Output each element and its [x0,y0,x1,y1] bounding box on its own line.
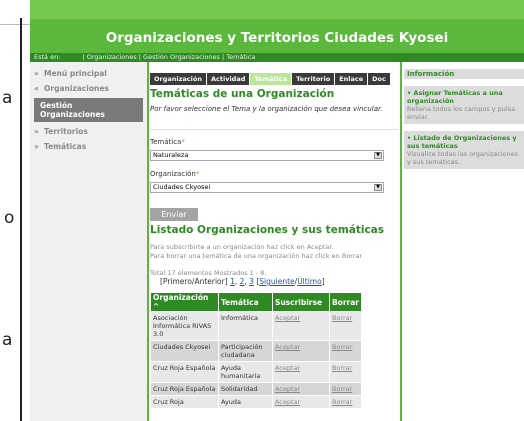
tab-bar: Organización Actividad Temática Territorio E… [150,66,391,85]
tab-doc[interactable]: Doc [368,73,390,85]
tematica-label: Temática* [150,138,185,146]
info-panel: Información • Asignar Temáticas a una or… [402,62,524,421]
cell-organizacion: Cruz Roja Española [150,361,219,383]
divider [150,129,398,130]
form-title: Temáticas de una Organización [150,88,335,100]
cell-tematica: Solidaridad [217,382,273,396]
edge-letter-3: a [2,330,13,350]
last-page-link[interactable]: Último [297,277,322,286]
sidebar-item-tematicas[interactable]: » Temáticas [30,139,147,154]
cell-tematica: Informática [217,311,273,341]
breadcrumb-path[interactable]: | Organizaciones | Gestión Organizacione… [82,53,255,61]
cell-organizacion: Cruz Roja [150,395,219,409]
table-row: Asociación Informática RIVAS 3.0 Informá… [150,311,363,341]
table-row: Cruz Roja Ayuda Aceptar Borrar [150,395,363,409]
organizacion-label: Organización* [150,170,200,178]
tematica-value: Naturaleza [153,151,189,159]
browser-page: Organizaciones y Territorios Ciudades Ky… [30,0,524,421]
info-block-desc: Rellena todos los campos y pulsa enviar. [407,105,516,121]
page-3-link[interactable]: 3 [249,277,254,286]
chevron-up-icon: « [34,84,39,93]
delete-link[interactable]: Borrar [332,398,352,406]
table-header-row: Organización ^ Temática Suscribirse Borr… [150,292,363,312]
divider [147,62,149,421]
chevron-down-icon: » [34,69,39,78]
cell-organizacion: Cruz Roja Española [150,382,219,396]
tab-tematica[interactable]: Temática [250,73,292,85]
column-header-suscribirse: Suscribirse [271,292,330,312]
sidebar-item-label: Organizaciones [44,84,109,93]
main-content: Organización Actividad Temática Territorio E… [150,62,400,421]
tematica-select[interactable]: Naturaleza ▼ [150,150,384,161]
info-block-title: • Asignar Temáticas a una organización [407,89,503,105]
submit-button[interactable]: Enviar [150,208,198,221]
delete-link[interactable]: Borrar [332,343,352,351]
table-row: Cruz Roja Española Solidaridad Aceptar B… [150,382,363,396]
help-subscribe: Para subscribirte a un organización haz … [150,243,334,251]
delete-link[interactable]: Borrar [332,314,352,322]
chevron-down-icon[interactable]: ▼ [374,184,382,191]
info-block-title: • Listado de Organizaciones y sus temáti… [407,134,517,150]
sidebar: » Menú principal « Organizaciones Gestión … [30,62,148,421]
info-header: Información [404,69,524,79]
breadcrumb: Está en: | Organizaciones | Gestión Orga… [30,53,524,62]
page-2-link[interactable]: 2 [240,277,245,286]
tab-organizacion[interactable]: Organización [150,73,206,85]
delete-link[interactable]: Borrar [332,364,352,372]
organizacion-value: Ciudades Ckyosei [153,183,211,191]
pager-first-prev: [Primero/Anterior] [160,277,228,286]
sidebar-item-label: Menú principal [44,69,107,78]
chevron-down-icon: » [34,127,39,136]
sidebar-item-organizaciones[interactable]: « Organizaciones [30,81,147,96]
help-delete: Para borrar una temática de una organiza… [150,252,363,260]
next-page-link[interactable]: Siguiente [259,277,294,286]
accept-link[interactable]: Aceptar [275,385,300,393]
accept-link[interactable]: Aceptar [275,343,300,351]
tab-actividad[interactable]: Actividad [206,73,250,85]
cell-tematica: Ayuda [217,395,273,409]
sidebar-item-label: Territorios [44,127,88,136]
list-title: Listado Organizaciones y sus temáticas [150,224,385,236]
column-header-tematica: Temática [217,292,273,312]
pager-bracket: ] [321,277,325,286]
column-header-organizacion[interactable]: Organización ^ [150,292,219,312]
tab-enlace[interactable]: Enlace [335,73,368,85]
form-intro: Por favor seleccione el Tema y la organi… [150,105,383,113]
breadcrumb-label: Está en: [34,53,61,61]
table-row: Cruz Roja Española Ayuda humanitaria Ace… [150,361,363,383]
accept-link[interactable]: Aceptar [275,314,300,322]
cell-tematica: Participación ciudadana [217,340,273,362]
tab-territorio[interactable]: Territorio [292,73,335,85]
edge-letter-2: o [4,208,15,228]
chevron-down-icon: » [34,142,39,151]
window-edge [20,18,28,421]
info-block-desc: Visualice todas las organizaciones y sus… [407,150,519,166]
list-help: Para subscribirte a un organización haz … [150,243,362,261]
sidebar-item-label: Temáticas [44,142,87,151]
column-header-borrar: Borrar [328,292,363,312]
site-header: Organizaciones y Territorios Ciudades Ky… [30,0,524,53]
site-title: Organizaciones y Territorios Ciudades Ky… [105,30,449,46]
cell-organizacion: Ciudades Ckyosei [150,340,219,362]
sidebar-item-territorios[interactable]: » Territorios [30,124,147,139]
delete-link[interactable]: Borrar [332,385,352,393]
total-count: Total:17 elementos Mostrados 1 - 8. [150,269,267,277]
info-block-list: • Listado de Organizaciones y sus temáti… [404,131,524,169]
cell-tematica: Ayuda humanitaria [217,361,273,383]
info-block-assign: • Asignar Temáticas a una organización R… [404,86,524,124]
accept-link[interactable]: Aceptar [275,398,300,406]
page-1-link[interactable]: 1 [230,277,235,286]
organizacion-select[interactable]: Ciudades Ckyosei ▼ [150,182,384,193]
edge-letter-1: a [2,88,13,108]
accept-link[interactable]: Aceptar [275,364,300,372]
cell-organizacion: Asociación Informática RIVAS 3.0 [150,311,219,341]
table-row: Ciudades Ckyosei Participación ciudadana… [150,340,363,362]
organizations-table: Organización ^ Temática Suscribirse Borr… [150,292,363,409]
chevron-down-icon[interactable]: ▼ [374,152,382,159]
pagination: [Primero/Anterior] 1, 2, 3 [Siguiente/Úl… [160,277,325,286]
sidebar-item-label: Gestión Organizaciones [40,101,105,119]
sidebar-item-gestion-organizaciones[interactable]: Gestión Organizaciones [34,98,143,122]
sidebar-item-menu-principal[interactable]: » Menú principal [30,66,147,81]
